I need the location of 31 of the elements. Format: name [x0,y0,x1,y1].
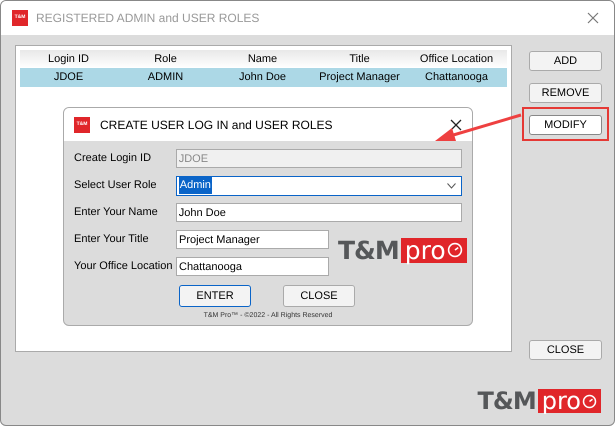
role-dropdown[interactable]: Admin [176,176,462,196]
column-header: Title [348,52,371,67]
field-label: Select User Role [74,178,158,194]
input-field[interactable]: Chattanooga [176,257,329,276]
table-cell-text: John Doe [238,70,288,86]
input-field[interactable]: Project Manager [176,230,329,249]
input-field[interactable]: John Doe [176,203,462,222]
table-row[interactable]: JDOE ADMIN John Doe Project Manager Chattanooga [20,68,507,87]
column-header: Login ID [47,52,90,67]
table-cell-text: JDOE [52,70,84,86]
field-label: Enter Your Title [74,232,150,248]
dialog-button[interactable]: CLOSE [283,285,355,307]
dropdown-value: Admin [178,177,212,194]
column-header: Role [153,52,178,67]
side-button[interactable]: ADD [529,51,602,72]
side-button[interactable]: REMOVE [529,83,602,104]
field-label: Enter Your Name [74,205,159,220]
column-header: Office Location [418,52,494,67]
column-header: Name [246,52,278,67]
table-cell-text: ADMIN [146,70,184,86]
logo: T&M pro [478,389,601,413]
field-label: Your Office Location [74,259,174,274]
dialog-title: CREATE USER LOG IN and USER ROLES [100,116,333,134]
table-cell-text: Chattanooga [424,70,489,86]
close-button[interactable]: CLOSE [529,340,602,360]
dialog-button[interactable]: ENTER [179,285,251,307]
logo: T&M pro [338,238,467,262]
field-label: Create Login ID [74,151,152,166]
table-cell-text: Project Manager [318,70,401,86]
side-button[interactable]: MODIFY [529,115,602,136]
window-title: REGISTERED ADMIN and USER ROLES [36,10,260,27]
